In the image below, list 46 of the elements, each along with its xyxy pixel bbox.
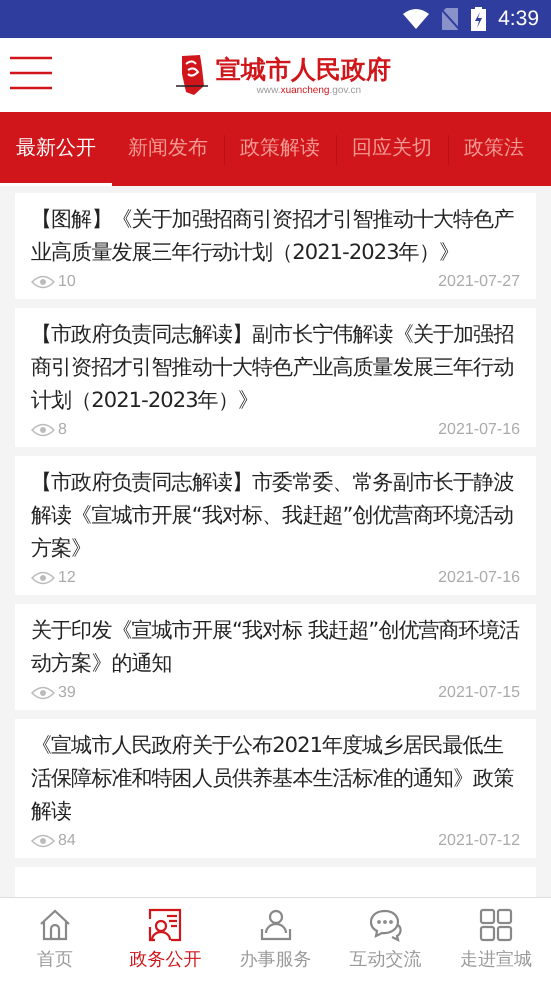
view-count: 10 xyxy=(58,273,76,291)
chat-icon xyxy=(368,907,404,943)
category-tab[interactable]: 政策法 xyxy=(448,112,540,186)
no-sim-icon xyxy=(441,8,460,30)
nav-tab[interactable]: 办事服务 xyxy=(220,898,331,981)
battery-charging-icon xyxy=(471,7,486,31)
nav-tab[interactable]: 走进宣城 xyxy=(440,898,551,981)
article-date: 2021-07-12 xyxy=(438,832,520,850)
article-card[interactable]: 《宣城市人民政府关于公布2021年度城乡居民最低生活保障标准和特困人员供养基本生活标准的通知》政策解读 84 2021-07-12 xyxy=(15,719,536,858)
article-date: 2021-07-16 xyxy=(438,421,520,439)
menu-icon[interactable] xyxy=(9,56,53,92)
eye-icon xyxy=(31,423,55,437)
eye-icon xyxy=(31,275,55,289)
profile-card-icon xyxy=(147,907,184,943)
view-count: 8 xyxy=(58,421,67,439)
article-title: 《宣城市人民政府关于公布2021年度城乡居民最低生活保障标准和特困人员供养基本生活标准的通知》政策解读 xyxy=(31,732,514,825)
eye-icon xyxy=(31,834,55,848)
wifi-icon xyxy=(403,9,430,29)
site-url: www.xuancheng.gov.cn xyxy=(256,84,361,96)
article-date: 2021-07-16 xyxy=(438,569,520,587)
view-count: 12 xyxy=(58,569,76,587)
article-card[interactable]: 【图解】《关于加强招商引资招才引智推动十大特色产业高质量发展三年行动计划（2021-2023年）》 10 2021-07-27 xyxy=(15,193,536,299)
category-tab[interactable]: 最新公开 xyxy=(0,112,112,186)
article-card[interactable]: 关于印发《宣城市开展“我对标 我赶超”创优营商环境活动方案》的通知 39 2021-07-15 xyxy=(15,604,536,710)
seal-logo-icon xyxy=(176,54,210,96)
article-title: 【市政府负责同志解读】市委常委、常务副市长于静波解读《宣城市开展“我对标、我赶超”创优营商环境活动方案》 xyxy=(31,469,514,562)
eye-icon xyxy=(31,686,55,700)
nav-tab[interactable]: 政务公开 xyxy=(110,898,220,981)
article-card[interactable]: 【市政府负责同志解读】市委常委、常务副市长于静波解读《宣城市开展“我对标、我赶超”创优营商环境活动方案》 12 2021-07-16 xyxy=(15,456,536,595)
article-date: 2021-07-27 xyxy=(438,273,520,291)
article-title: 【市政府负责同志解读】副市长宁伟解读《关于加强招商引资招才引智推动十大特色产业高质量发展三年行动计划（2021-2023年）》 xyxy=(31,321,514,414)
nav-tab[interactable]: 互动交流 xyxy=(330,898,441,981)
article-title: 关于印发《宣城市开展“我对标 我赶超”创优营商环境活动方案》的通知 xyxy=(31,617,520,677)
article-card[interactable]: 【市政府负责同志解读】副市长宁伟解读《关于加强招商引资招才引智推动十大特色产业高质量发展三年行动计划（2021-2023年）》 8 2021-07-16 xyxy=(15,308,536,447)
status-time: 4:39 xyxy=(498,7,539,31)
eye-icon xyxy=(31,571,55,585)
view-count: 39 xyxy=(58,684,76,702)
category-tab[interactable]: 政策解读 xyxy=(224,112,336,186)
view-count: 84 xyxy=(58,832,76,850)
category-tab[interactable]: 回应关切 xyxy=(336,112,448,186)
site-title: 宣城市人民政府 xyxy=(216,54,391,84)
category-tab[interactable]: 新闻发布 xyxy=(112,112,224,186)
article-title: 【图解】《关于加强招商引资招才引智推动十大特色产业高质量发展三年行动计划（2021-2023年）》 xyxy=(31,206,515,266)
article-date: 2021-07-15 xyxy=(438,684,520,702)
grid-icon xyxy=(478,907,514,943)
nav-tab[interactable]: 首页 xyxy=(0,898,110,981)
